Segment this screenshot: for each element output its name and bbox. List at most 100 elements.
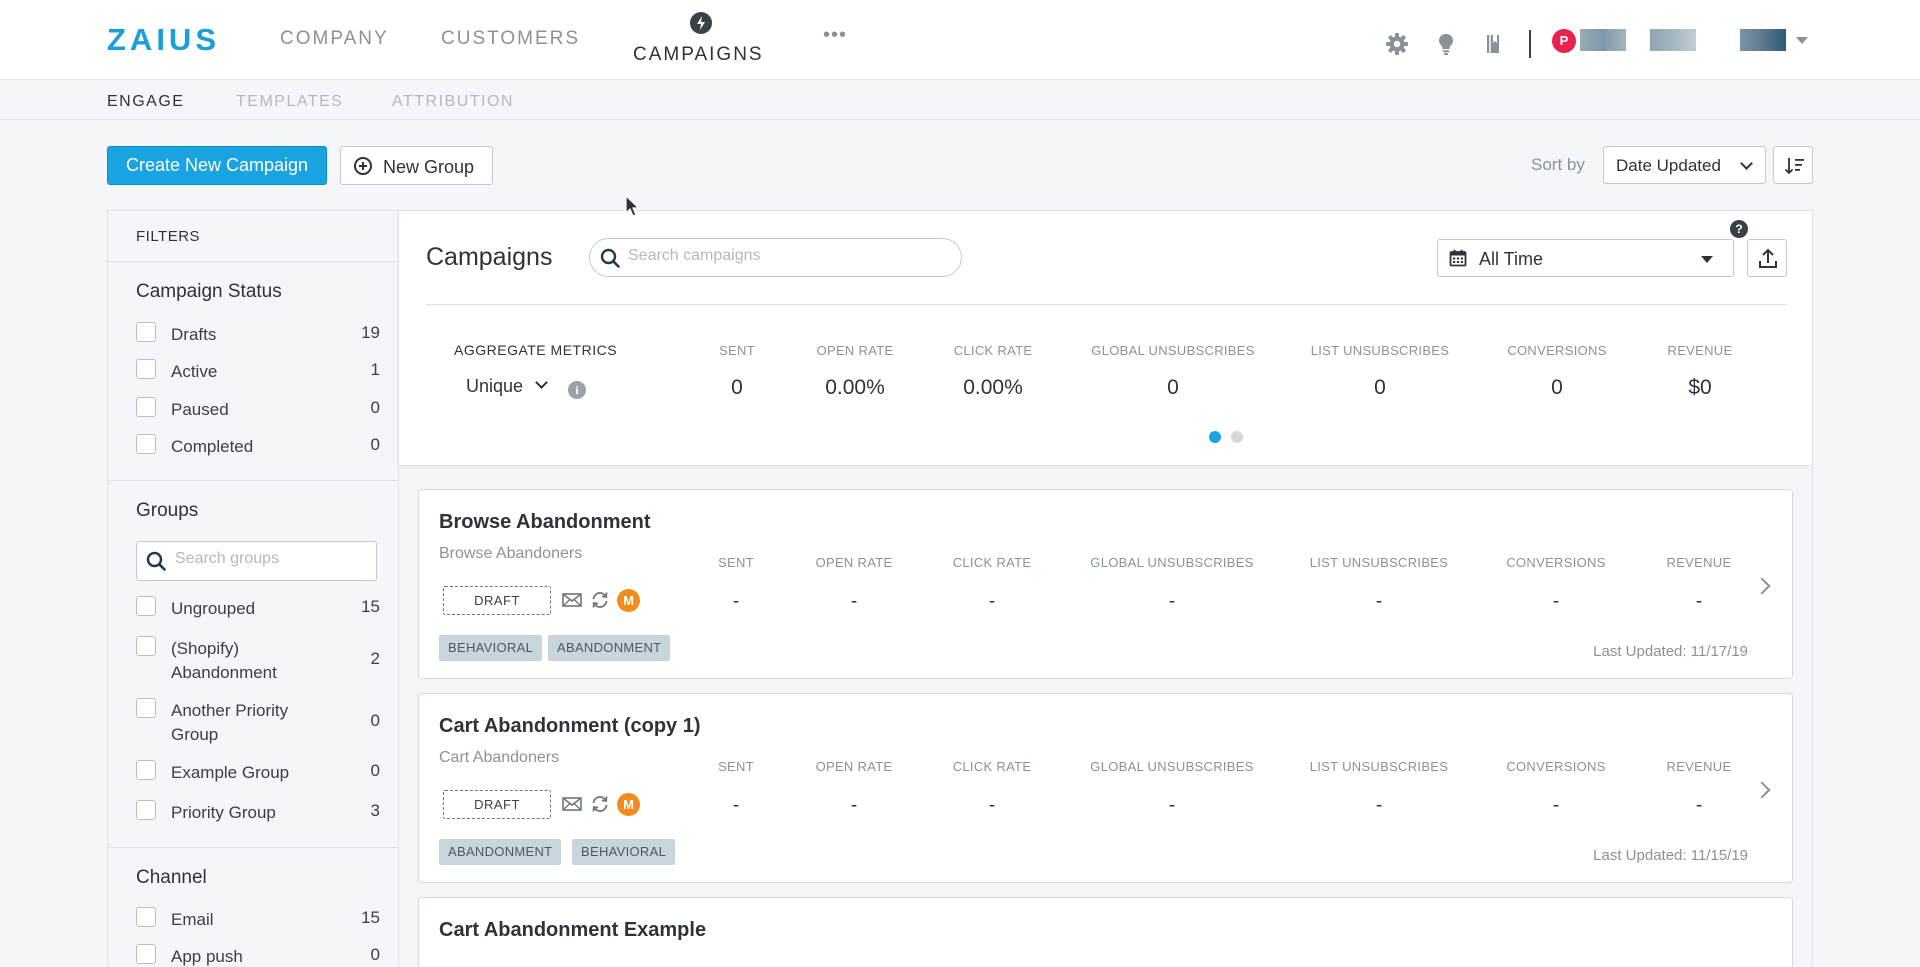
info-icon[interactable]: i	[568, 381, 586, 399]
groups-title: Groups	[136, 500, 199, 521]
filter-label: Drafts	[171, 325, 217, 344]
filter-count: 0	[370, 711, 380, 730]
nav-customers[interactable]: CUSTOMERS	[441, 28, 580, 50]
time-range-select[interactable]: All Time	[1437, 239, 1734, 277]
chevron-down-icon[interactable]	[535, 376, 548, 389]
zaius-logo[interactable]: ZAIUS	[107, 22, 220, 58]
campaign-segment: Cart Abandoners	[439, 749, 560, 766]
filter-count: 0	[370, 761, 380, 780]
checkbox[interactable]	[136, 322, 156, 342]
campaign-card-browse-abandonment[interactable]: Browse Abandonment Browse Abandoners DRA…	[418, 489, 1793, 679]
tab-attribution[interactable]: ATTRIBUTION	[392, 93, 514, 111]
campaigns-panel: Campaigns ? All Time	[398, 210, 1813, 967]
metric-mode-select[interactable]: Unique	[466, 376, 523, 397]
campaign-card-cart-abandonment-example[interactable]: Cart Abandonment Example	[418, 897, 1793, 967]
filter-label: Another Priority Group	[171, 701, 289, 744]
filter-count: 0	[370, 398, 380, 417]
filter-label: (Shopify) Abandonment	[171, 639, 277, 682]
sort-value: Date Updated	[1616, 156, 1721, 175]
metric-value: -	[1375, 795, 1383, 816]
filters-title: FILTERS	[108, 211, 398, 262]
filters-panel: FILTERS Campaign Status Drafts 19 Active…	[107, 210, 399, 967]
metric-value-global-unsubscribes: 0	[1167, 376, 1179, 399]
nav-company[interactable]: COMPANY	[280, 28, 389, 50]
tag-badge[interactable]: ABANDONMENT	[439, 839, 562, 865]
section-divider	[426, 304, 1787, 305]
calendar-icon	[1449, 249, 1467, 267]
tab-engage[interactable]: ENGAGE	[107, 93, 184, 111]
filter-label: Active	[171, 362, 218, 381]
checkbox[interactable]	[136, 907, 156, 927]
carousel-dot-active[interactable]	[1209, 431, 1221, 443]
account-dropdown-icon[interactable]	[1796, 37, 1808, 44]
envelope-icon	[562, 797, 582, 811]
checkbox[interactable]	[136, 359, 156, 379]
search-campaigns-input[interactable]	[628, 247, 948, 265]
search-groups-input[interactable]	[175, 550, 365, 568]
user-avatar[interactable]: P	[1552, 29, 1576, 53]
workspace-redacted[interactable]	[1740, 29, 1786, 51]
search-icon	[146, 551, 166, 571]
metric-header: CLICK RATE	[952, 555, 1032, 570]
checkbox[interactable]	[136, 434, 156, 454]
group-search-field[interactable]	[136, 541, 377, 581]
metric-value: -	[1375, 591, 1383, 612]
filter-divider	[108, 847, 399, 848]
metric-header: LIST UNSUBSCRIBES	[1309, 759, 1449, 774]
checkbox[interactable]	[136, 698, 156, 718]
tab-templates[interactable]: TEMPLATES	[236, 93, 343, 111]
metric-value: -	[988, 591, 996, 612]
campaign-name[interactable]: Cart Abandonment Example	[439, 919, 706, 942]
upload-icon	[1759, 248, 1777, 268]
lightbulb-icon[interactable]	[1434, 32, 1458, 56]
channel-title: Channel	[136, 867, 207, 888]
filter-count: 2	[370, 649, 380, 668]
checkbox[interactable]	[136, 397, 156, 417]
carousel-dot[interactable]	[1231, 431, 1243, 443]
search-icon	[600, 248, 620, 268]
nav-divider	[1529, 30, 1531, 58]
tag-badge[interactable]: BEHAVIORAL	[572, 839, 676, 865]
account-id-redacted	[1650, 29, 1696, 51]
metric-header: CLICK RATE	[952, 759, 1032, 774]
campaign-name[interactable]: Cart Abandonment (copy 1)	[439, 715, 701, 738]
sort-direction-button[interactable]	[1773, 146, 1813, 184]
last-updated: Last Updated: 11/15/19	[1593, 847, 1748, 864]
bolt-icon	[690, 12, 712, 34]
filter-label: Ungrouped	[171, 599, 256, 618]
more-icon[interactable]: •••	[823, 24, 847, 47]
status-badge: DRAFT	[443, 790, 551, 819]
gear-icon[interactable]	[1385, 32, 1409, 56]
campaign-search-field[interactable]	[589, 238, 962, 277]
campaign-card-cart-abandonment-copy[interactable]: Cart Abandonment (copy 1) Cart Abandoner…	[418, 693, 1793, 883]
caret-down-icon	[1701, 256, 1713, 263]
tag-badge[interactable]: ABANDONMENT	[548, 635, 671, 661]
campaign-status-title: Campaign Status	[136, 281, 282, 302]
filter-count: 15	[361, 597, 380, 616]
metric-value-revenue: $0	[1688, 376, 1712, 399]
checkbox[interactable]	[136, 596, 156, 616]
book-icon[interactable]	[1482, 32, 1506, 56]
filter-label: Example Group	[171, 763, 290, 782]
export-button[interactable]	[1747, 239, 1787, 277]
metric-header-revenue: REVENUE	[1667, 343, 1733, 358]
nav-campaigns[interactable]: CAMPAIGNS	[633, 44, 764, 66]
campaign-name[interactable]: Browse Abandonment	[439, 511, 651, 534]
tag-badge[interactable]: BEHAVIORAL	[439, 635, 543, 661]
filter-label: App push	[171, 947, 243, 966]
checkbox[interactable]	[136, 760, 156, 780]
plus-circle-icon	[354, 157, 372, 175]
aggregate-metrics-label: AGGREGATE METRICS	[454, 342, 618, 358]
sub-nav: ENGAGE TEMPLATES ATTRIBUTION	[0, 81, 1920, 120]
create-campaign-button[interactable]: Create New Campaign	[107, 146, 327, 185]
checkbox[interactable]	[136, 636, 156, 656]
filter-label: Email	[171, 910, 214, 929]
channel-badge: M	[617, 589, 640, 612]
sort-select[interactable]: Date Updated	[1603, 146, 1766, 184]
checkbox[interactable]	[136, 800, 156, 820]
checkbox[interactable]	[136, 944, 156, 964]
help-icon[interactable]: ?	[1730, 220, 1748, 238]
metric-value: -	[988, 795, 996, 816]
filter-count: 3	[370, 801, 380, 820]
new-group-button[interactable]: New Group	[340, 146, 493, 185]
